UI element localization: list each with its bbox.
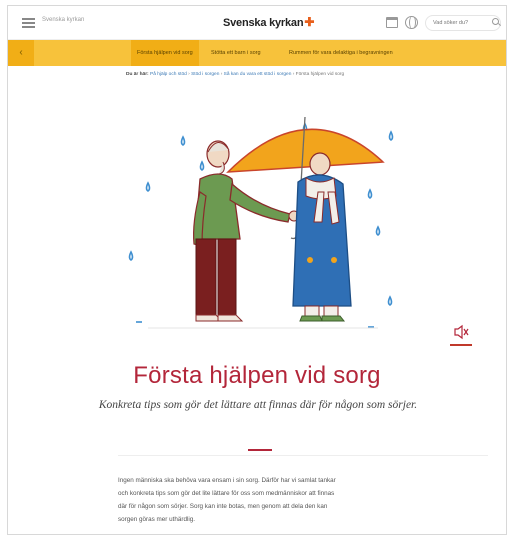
intro-line: och konkreta tips som gör det lite lätta… bbox=[118, 490, 335, 497]
site-name[interactable]: Svenska kyrkan bbox=[42, 17, 84, 23]
title-divider bbox=[248, 449, 272, 451]
logo[interactable]: Svenska kyrkan✚ bbox=[223, 15, 314, 29]
browser-viewport: Svenska kyrkan Svenska kyrkan✚ ‹ Första … bbox=[7, 5, 507, 535]
calendar-icon[interactable] bbox=[386, 17, 398, 28]
nav-item-forsta-hjalpen[interactable]: Första hjälpen vid sorg bbox=[131, 40, 199, 66]
intro-line: där för någon som sörjer. Sorg kan inte … bbox=[118, 503, 328, 510]
back-button[interactable]: ‹ bbox=[8, 40, 34, 66]
section-rule bbox=[118, 455, 488, 456]
umbrella-illustration bbox=[128, 116, 394, 329]
breadcrumb: Du är här: På hjälp och stöd › Stöd i so… bbox=[126, 72, 345, 77]
speaker-underline bbox=[450, 344, 472, 346]
menu-icon[interactable] bbox=[22, 18, 35, 28]
logo-text: Svenska kyrkan bbox=[223, 17, 304, 29]
listen-button[interactable] bbox=[450, 322, 472, 346]
section-nav: ‹ Första hjälpen vid sorg Stötta ett bar… bbox=[8, 40, 506, 66]
breadcrumb-link-3[interactable]: Så kan du vara ett stöd i sorgen bbox=[224, 72, 292, 77]
search-icon[interactable] bbox=[492, 18, 499, 25]
breadcrumb-link-2[interactable]: Stöd i sorgen bbox=[191, 72, 219, 77]
search-input[interactable] bbox=[425, 15, 501, 31]
page-title: Första hjälpen vid sorg bbox=[133, 362, 381, 389]
cross-logo-icon: ✚ bbox=[304, 15, 315, 29]
breadcrumb-prefix: Du är här: bbox=[126, 72, 149, 77]
breadcrumb-link-1[interactable]: På hjälp och stöd bbox=[150, 72, 187, 77]
hero-illustration bbox=[8, 82, 506, 352]
breadcrumb-current: Första hjälpen vid sorg bbox=[295, 72, 345, 77]
intro-paragraph: Ingen människa ska behöva vara ensam i s… bbox=[118, 474, 428, 526]
nav-item-stotta-barn[interactable]: Stötta ett barn i sorg bbox=[205, 40, 267, 66]
page-subtitle: Konkreta tips som gör det lättare att fi… bbox=[98, 399, 418, 411]
intro-line: Ingen människa ska behöva vara ensam i s… bbox=[118, 477, 336, 484]
speaker-icon bbox=[454, 324, 469, 340]
chevron-left-icon: ‹ bbox=[19, 47, 23, 58]
site-header: Svenska kyrkan Svenska kyrkan✚ bbox=[8, 6, 506, 40]
umbrella bbox=[226, 128, 385, 173]
globe-icon[interactable] bbox=[405, 16, 418, 29]
intro-line: sorgen göras mer uthärdlig. bbox=[118, 516, 196, 523]
nav-item-delaktiga-begravningen[interactable]: Rummen för vara delaktiga i begravningen bbox=[283, 40, 399, 66]
